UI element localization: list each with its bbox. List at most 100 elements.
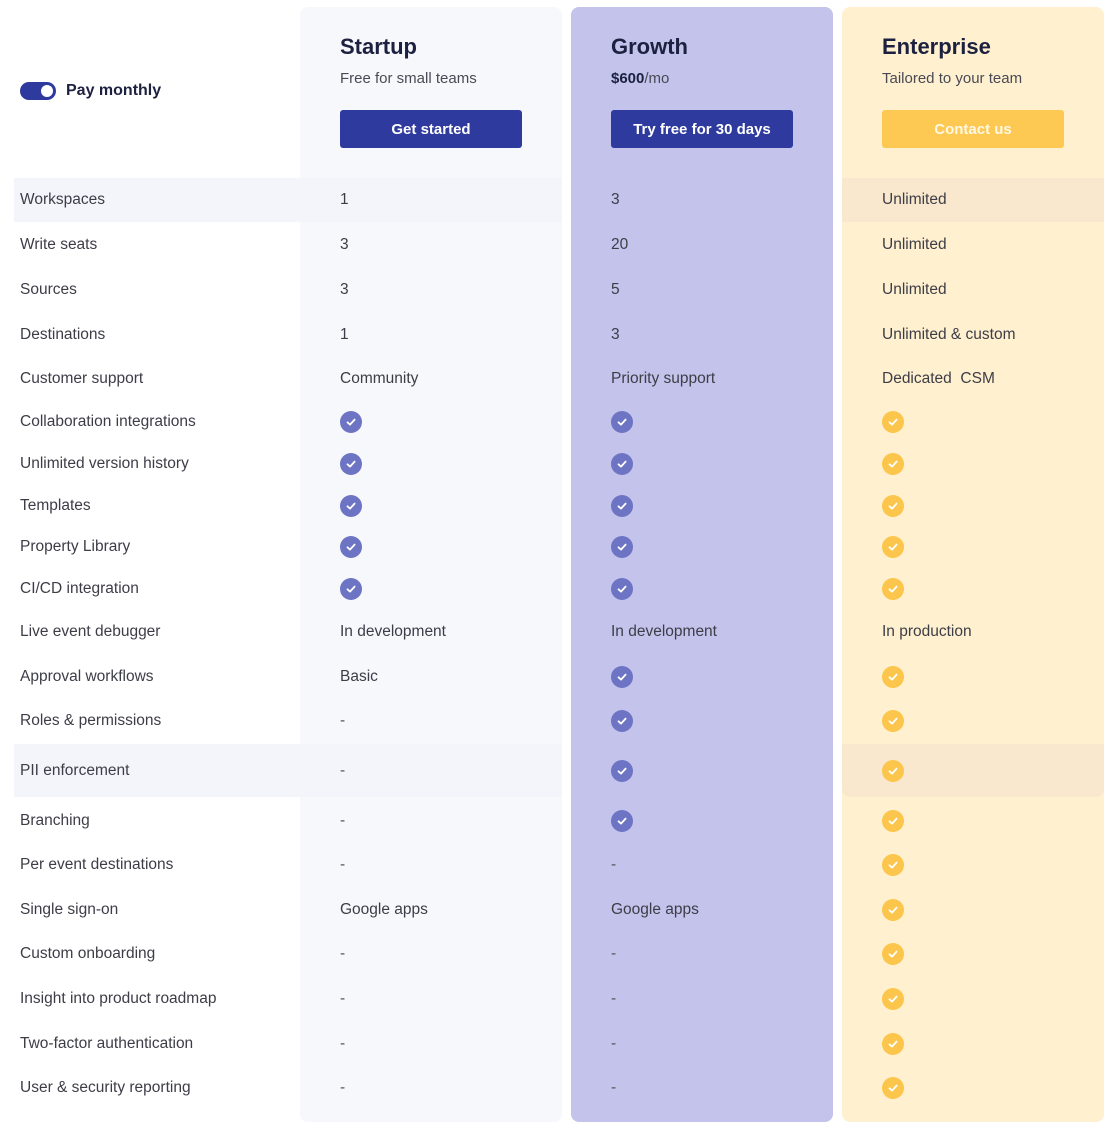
feature-name: Branching [20,812,90,829]
feature-value: Dedicated CSM [882,370,995,387]
not-included-dash: - [611,990,617,1007]
plan-subtitle: Tailored to your team [882,70,1023,87]
check-icon [611,710,633,732]
toggle-label: Pay monthly [66,82,162,99]
check-icon [611,495,633,517]
feature-name: Workspaces [20,191,105,208]
table-row: User & security reporting - - [0,1077,1108,1099]
table-row: Insight into product roadmap - - [0,988,1108,1010]
feature-name: Roles & permissions [20,712,162,729]
not-included-dash: - [611,1079,617,1096]
check-icon [611,760,633,782]
check-circle-icon [882,1077,904,1099]
table-row: Customer support Community Priority suppor… [0,369,1108,389]
check-circle-icon [611,453,633,475]
feature-value: Unlimited [882,191,947,208]
feature-value: In development [611,623,717,640]
feature-name: Write seats [20,236,98,253]
not-included-dash: - [611,945,617,962]
check-icon [882,536,904,558]
feature-name: PII enforcement [20,762,130,779]
feature-name: Destinations [20,326,106,343]
check-circle-icon [611,536,633,558]
check-circle-icon [611,710,633,732]
table-row: Write seats 3 20 Unlimited [0,235,1108,255]
check-circle-icon [611,760,633,782]
check-circle-icon [882,760,904,782]
feature-value: 3 [340,236,349,253]
plan-header-growth: Growth $600/mo Try free for 30 days [571,34,833,148]
feature-value: Google apps [340,901,428,918]
feature-value: 3 [611,191,620,208]
not-included-dash: - [340,945,346,962]
price-amount: $600 [611,70,645,87]
check-icon [611,536,633,558]
feature-name: Live event debugger [20,623,161,640]
check-circle-icon [882,854,904,876]
feature-value: Basic [340,668,378,685]
table-row: Templates [0,495,1108,517]
check-circle-icon [340,578,362,600]
feature-name: Customer support [20,370,144,387]
feature-name: Single sign-on [20,901,119,918]
table-row: Per event destinations - - [0,854,1108,876]
feature-value: In production [882,623,972,640]
plan-subtitle: Free for small teams [340,70,477,87]
contact-us-button[interactable]: Contact us [882,110,1064,148]
check-icon [340,453,362,475]
table-row: Single sign-on Google apps Google apps [0,899,1108,921]
not-included-dash: - [340,1035,346,1052]
check-icon [882,810,904,832]
table-row: Destinations 1 3 Unlimited & custom [0,325,1108,345]
table-row: CI/CD integration [0,578,1108,600]
check-icon [340,495,362,517]
feature-name: Property Library [20,538,131,555]
table-row: Unlimited version history [0,453,1108,475]
check-circle-icon [882,666,904,688]
check-icon [882,760,904,782]
toggle-switch[interactable] [20,82,56,100]
check-circle-icon [882,453,904,475]
not-included-dash: - [340,762,346,779]
check-circle-icon [611,495,633,517]
check-icon [882,988,904,1010]
check-circle-icon [882,710,904,732]
check-icon [882,710,904,732]
try-free-button[interactable]: Try free for 30 days [611,110,793,148]
check-icon [882,578,904,600]
toggle-knob [41,85,53,97]
feature-value: In development [340,623,446,640]
not-included-dash: - [340,812,346,829]
not-included-dash: - [340,712,346,729]
check-icon [882,453,904,475]
check-circle-icon [882,536,904,558]
feature-value: Unlimited [882,236,947,253]
table-row: Custom onboarding - - [0,943,1108,965]
get-started-button[interactable]: Get started [340,110,522,148]
price-unit: /mo [644,70,670,87]
billing-toggle[interactable]: Pay monthly [20,82,161,100]
not-included-dash: - [340,990,346,1007]
feature-value: Priority support [611,370,716,387]
table-row: Workspaces 1 3 Unlimited [0,190,1108,210]
check-icon [340,578,362,600]
check-circle-icon [882,943,904,965]
feature-name: User & security reporting [20,1079,191,1096]
check-circle-icon [882,411,904,433]
plan-header-startup: Startup Free for small teams Get started [300,34,562,148]
check-icon [611,810,633,832]
not-included-dash: - [340,1079,346,1096]
check-icon [882,1077,904,1099]
check-circle-icon [882,899,904,921]
check-circle-icon [340,411,362,433]
check-icon [340,536,362,558]
feature-value: Google apps [611,901,699,918]
feature-name: Approval workflows [20,668,154,685]
feature-name: Two-factor authentication [20,1035,194,1052]
feature-value: 3 [611,326,620,343]
table-row: Approval workflows Basic [0,666,1108,688]
feature-value: 1 [340,191,349,208]
check-icon [611,666,633,688]
feature-name: CI/CD integration [20,580,139,597]
table-row: Roles & permissions - [0,710,1108,732]
